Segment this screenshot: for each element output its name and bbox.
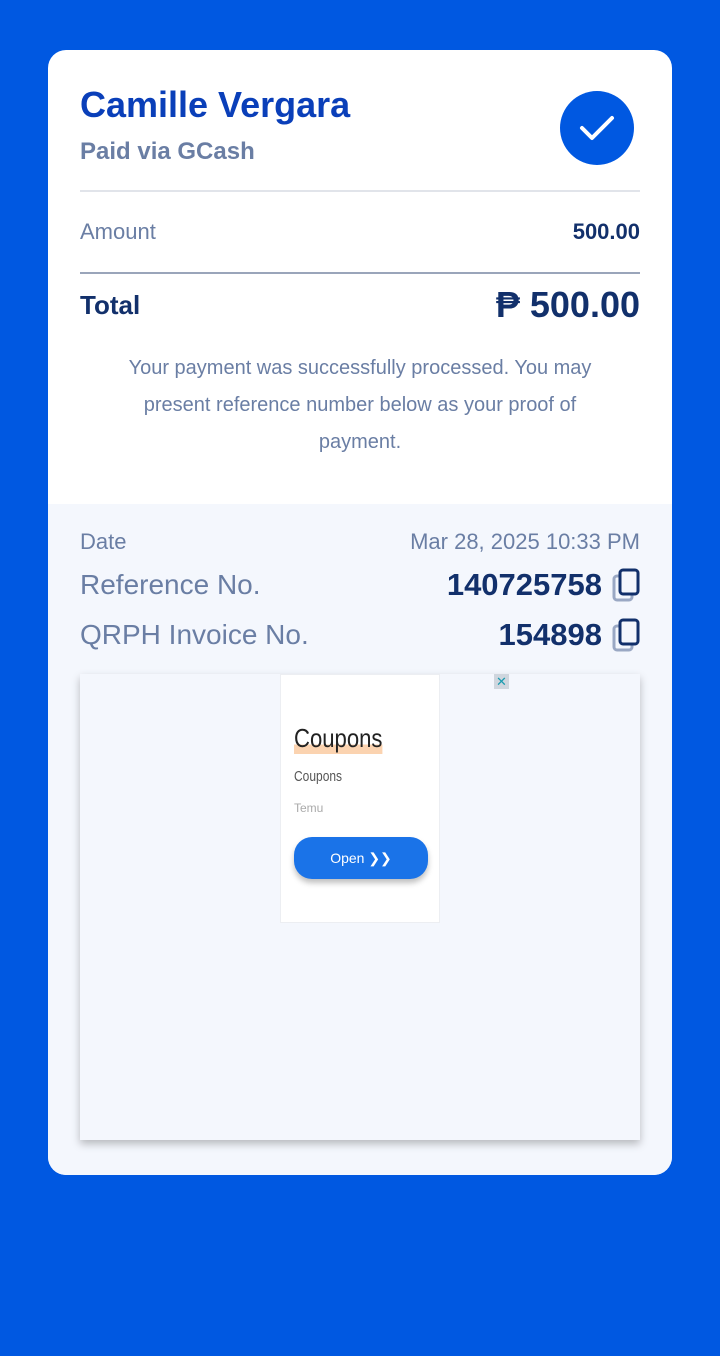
ad-card[interactable]: Coupons Coupons Temu Open ❯❯ xyxy=(280,674,440,923)
receipt-card: Camille Vergara Paid via GCash Amount 50… xyxy=(48,50,672,1175)
invoice-value: 154898 xyxy=(498,617,602,652)
total-value: ₱ 500.00 xyxy=(495,284,640,325)
total-label: Total xyxy=(80,289,141,320)
ad-close-icon[interactable]: ✕ xyxy=(494,674,509,689)
success-check-icon xyxy=(560,91,634,165)
copy-icon[interactable] xyxy=(612,568,640,602)
payment-method: Paid via GCash xyxy=(80,138,255,165)
copy-icon[interactable] xyxy=(612,618,640,652)
amount-value: 500.00 xyxy=(572,219,640,244)
date-label: Date xyxy=(80,529,127,554)
payer-name: Camille Vergara xyxy=(80,84,351,125)
reference-value: 140725758 xyxy=(446,567,602,602)
invoice-row: QRPH Invoice No. 154898 xyxy=(80,610,640,660)
ad-brand: Temu xyxy=(294,801,324,815)
ad-open-button[interactable]: Open ❯❯ xyxy=(294,837,428,879)
reference-label: Reference No. xyxy=(80,569,261,600)
success-message: Your payment was successfully processed.… xyxy=(128,357,592,453)
amount-label: Amount xyxy=(80,219,156,244)
ad-title: Coupons xyxy=(294,723,383,754)
amount-row: Amount 500.00 xyxy=(80,192,640,272)
ad-banner: Coupons Coupons Temu Open ❯❯ ✕ xyxy=(80,674,640,1140)
invoice-label: QRPH Invoice No. xyxy=(80,619,309,650)
reference-row: Reference No. 140725758 xyxy=(80,560,640,610)
date-row: Date Mar 28, 2025 10:33 PM xyxy=(80,524,640,560)
date-value: Mar 28, 2025 10:33 PM xyxy=(410,529,640,554)
ad-subtitle: Coupons xyxy=(294,768,343,785)
total-row: Total ₱ 500.00 xyxy=(80,274,640,336)
